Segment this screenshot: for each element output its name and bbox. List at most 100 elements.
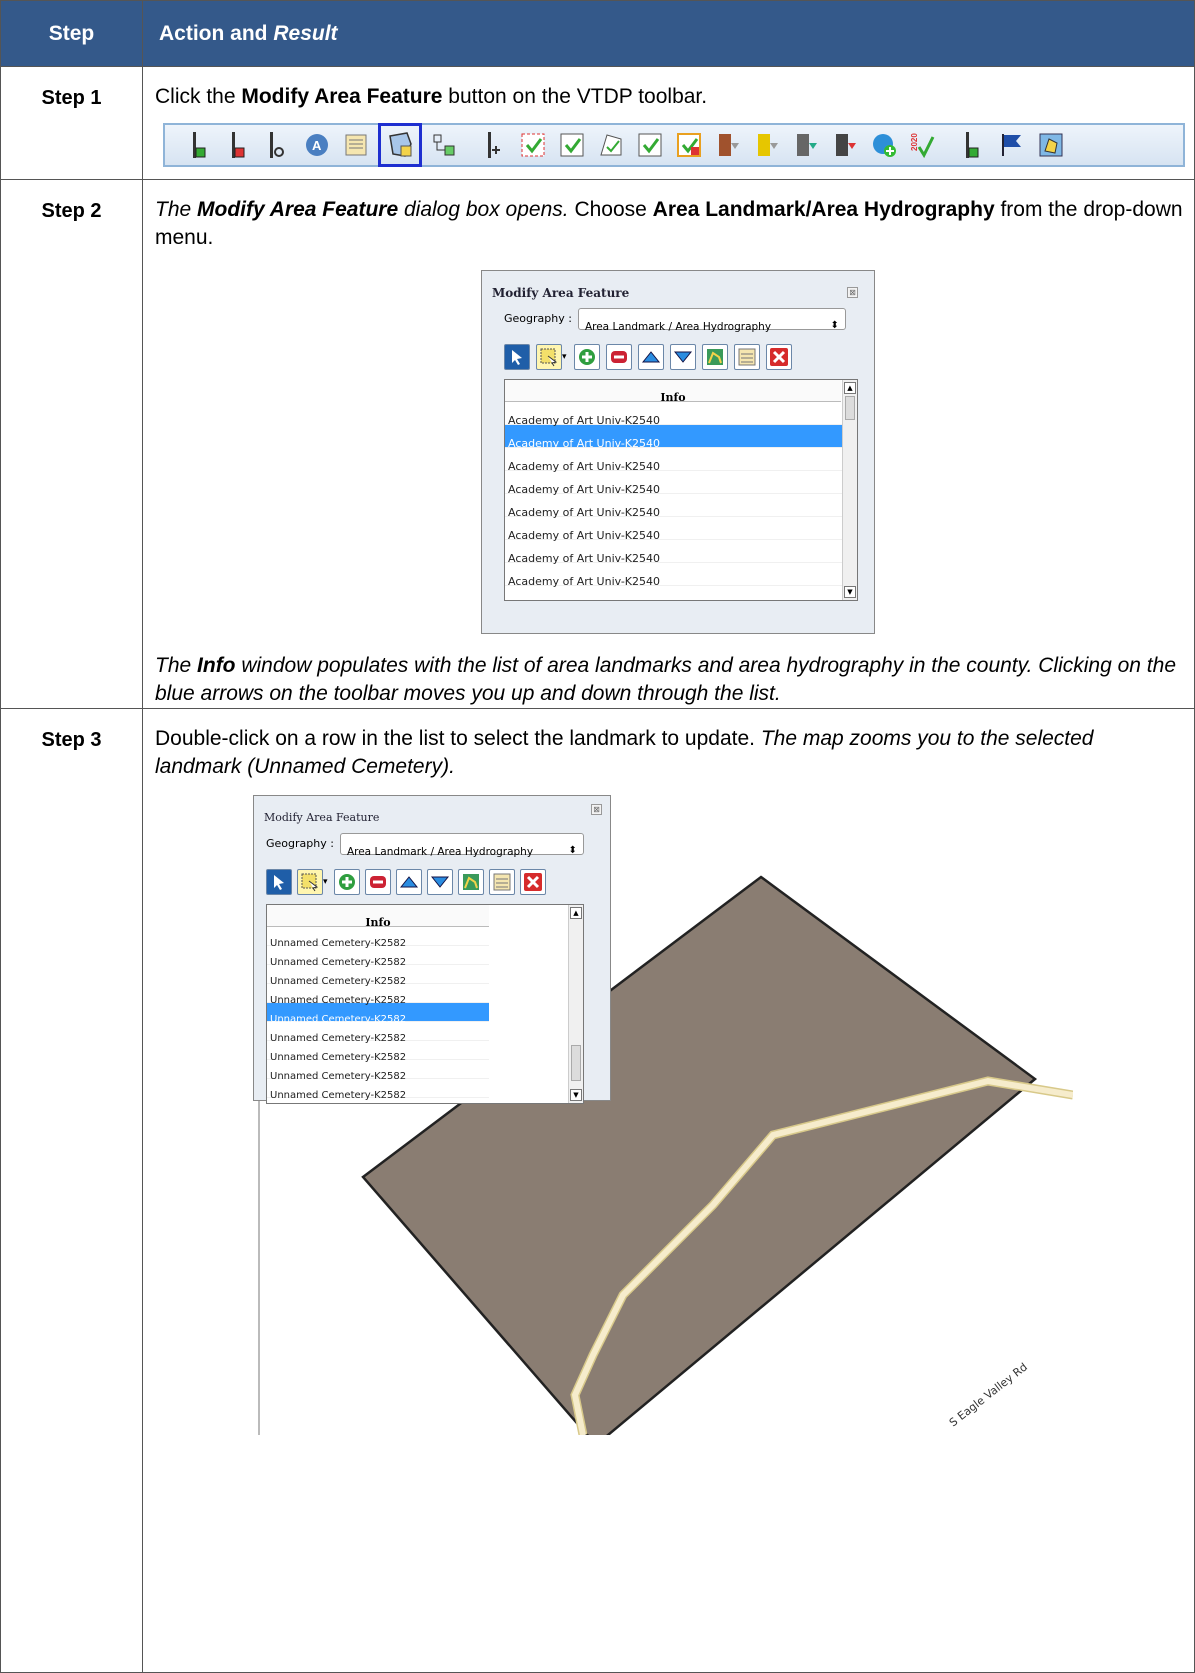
select-feature-icon[interactable] xyxy=(536,344,562,370)
split-line-icon[interactable] xyxy=(261,128,295,162)
dialog-title: Modify Area Feature xyxy=(492,286,630,300)
modify-area-feature-dialog: Modify Area Feature ⊠ Geography : Area L… xyxy=(253,795,611,1104)
geography-select[interactable]: Area Landmark / Area Hydrography ⬍ xyxy=(339,833,584,858)
export-icon[interactable] xyxy=(672,128,706,162)
arrow-up-icon[interactable] xyxy=(638,344,664,370)
step-2-result: The Info window populates with the list … xyxy=(155,654,1176,705)
select-arrow-icon: ⬍ xyxy=(568,845,577,856)
arrow-up-icon[interactable] xyxy=(396,869,422,895)
dialog-title: Modify Area Feature xyxy=(264,811,380,824)
dropdown-arrow-icon[interactable]: ▾ xyxy=(562,343,568,371)
list-item[interactable]: Unnamed Cemetery-K2582 xyxy=(267,1060,489,1082)
address-icon[interactable]: A xyxy=(300,128,334,162)
shape-check-icon[interactable] xyxy=(594,128,628,162)
list-item[interactable]: Unnamed Cemetery-K2582 xyxy=(267,1079,489,1101)
svg-text:A: A xyxy=(312,138,322,153)
step-2-instruction: The Modify Area Feature dialog box opens… xyxy=(155,198,1183,249)
modify-area-feature-dialog: Modify Area Feature ⊠ Geography : Area L… xyxy=(481,270,875,634)
scroll-down-icon[interactable]: ▼ xyxy=(844,586,856,598)
list-item[interactable]: Unnamed Cemetery-K2582 xyxy=(267,1041,489,1063)
import-icon[interactable] xyxy=(750,128,784,162)
step-3-instruction: Double-click on a row in the list to sel… xyxy=(155,727,1094,778)
step-row-3: Step 3 Double-click on a row in the list… xyxy=(0,708,1195,1673)
info-grid: Info Unnamed Cemetery-K2582 Unnamed Cemet… xyxy=(266,904,584,1104)
step-body: Click the Modify Area Feature button on … xyxy=(142,66,1195,180)
list-item[interactable]: Unnamed Cemetery-K2582 xyxy=(267,1003,489,1025)
list-item[interactable]: Unnamed Cemetery-K2582 xyxy=(267,965,489,987)
add-point-icon[interactable] xyxy=(956,128,990,162)
attribute-table-icon[interactable] xyxy=(489,869,515,895)
validate-icon[interactable] xyxy=(555,128,589,162)
attribute-table-icon[interactable] xyxy=(339,128,373,162)
list-item[interactable]: Unnamed Cemetery-K2582 xyxy=(267,927,489,949)
add-icon[interactable] xyxy=(334,869,360,895)
review-icon[interactable] xyxy=(516,128,550,162)
select-feature-icon[interactable] xyxy=(297,869,323,895)
check-icon[interactable] xyxy=(633,128,667,162)
step-body: The Modify Area Feature dialog box opens… xyxy=(142,179,1195,709)
step-label: Step 1 xyxy=(0,66,143,180)
step-label: Step 3 xyxy=(0,708,143,1673)
close-icon[interactable]: ⊠ xyxy=(591,804,602,815)
scroll-thumb[interactable] xyxy=(571,1045,581,1081)
scroll-down-icon[interactable]: ▼ xyxy=(570,1089,582,1101)
globe-add-icon[interactable] xyxy=(867,128,901,162)
close-icon[interactable]: ⊠ xyxy=(847,287,858,298)
list-item[interactable]: Unnamed Cemetery-K2582 xyxy=(267,946,489,968)
layers-icon[interactable] xyxy=(789,128,823,162)
info-column-header: Info xyxy=(505,380,841,404)
scrollbar[interactable]: ▲ ▼ xyxy=(568,905,583,1103)
map-icon[interactable] xyxy=(458,869,484,895)
remove-icon[interactable] xyxy=(365,869,391,895)
map-figure: S Eagle Valley Rd Modify Area Feature ⊠ … xyxy=(253,795,1073,1435)
arrow-down-icon[interactable] xyxy=(670,344,696,370)
line-tool-icon[interactable] xyxy=(477,128,511,162)
scrollbar[interactable]: ▲ ▼ xyxy=(842,380,857,600)
geography-label: Geography : xyxy=(266,837,334,850)
info-column-header: Info xyxy=(267,905,489,929)
cancel-icon[interactable] xyxy=(520,869,546,895)
info-rows: Unnamed Cemetery-K2582 Unnamed Cemetery-K… xyxy=(267,927,489,1101)
dialog-toolbar: ▾ xyxy=(266,868,610,896)
select-pointer-icon[interactable] xyxy=(504,344,530,370)
map-view-icon[interactable] xyxy=(1034,128,1068,162)
step-body: Double-click on a row in the list to sel… xyxy=(142,708,1195,1673)
attribute-table-icon[interactable] xyxy=(734,344,760,370)
add-line-icon[interactable] xyxy=(183,128,217,162)
dialog-toolbar: ▾ xyxy=(504,343,874,371)
list-item[interactable]: Unnamed Cemetery-K2582 xyxy=(267,984,489,1006)
step-label: Step 2 xyxy=(0,179,143,709)
geography-row: Geography : Area Landmark / Area Hydrogr… xyxy=(266,830,610,858)
svg-text:2020: 2020 xyxy=(910,133,919,151)
select-arrow-icon: ⬍ xyxy=(830,320,839,331)
info-grid: Info Academy of Art Univ-K2540 Academy of… xyxy=(504,379,858,601)
census-2020-icon[interactable]: 2020 xyxy=(906,128,940,162)
modify-area-feature-icon[interactable] xyxy=(378,123,422,167)
dropdown-arrow-icon[interactable]: ▾ xyxy=(323,868,329,896)
header-step: Step xyxy=(0,0,143,67)
scroll-up-icon[interactable]: ▲ xyxy=(844,382,856,394)
report-icon[interactable] xyxy=(828,128,862,162)
add-icon[interactable] xyxy=(574,344,600,370)
scroll-up-icon[interactable]: ▲ xyxy=(570,907,582,919)
map-icon[interactable] xyxy=(702,344,728,370)
step-row-2: Step 2 The Modify Area Feature dialog bo… xyxy=(0,179,1195,709)
geography-row: Geography : Area Landmark / Area Hydrogr… xyxy=(504,305,874,333)
flag-icon[interactable] xyxy=(995,128,1029,162)
geography-select[interactable]: Area Landmark / Area Hydrography ⬍ xyxy=(577,308,846,333)
select-pointer-icon[interactable] xyxy=(266,869,292,895)
delete-line-icon[interactable] xyxy=(222,128,256,162)
info-rows: Academy of Art Univ-K2540 Academy of Art … xyxy=(505,402,857,600)
cancel-icon[interactable] xyxy=(766,344,792,370)
list-item[interactable]: Unnamed Cemetery-K2582 xyxy=(267,1022,489,1044)
instruction-table: Step Action and Result Step 1 Click the … xyxy=(0,0,1195,1673)
topology-icon[interactable] xyxy=(427,128,461,162)
vtdp-toolbar: A 2020 xyxy=(163,123,1185,167)
geography-label: Geography : xyxy=(504,312,572,325)
header-action: Action and Result xyxy=(142,0,1195,67)
build-icon[interactable] xyxy=(711,128,745,162)
step-row-1: Step 1 Click the Modify Area Feature but… xyxy=(0,66,1195,180)
arrow-down-icon[interactable] xyxy=(427,869,453,895)
scroll-thumb[interactable] xyxy=(845,396,855,420)
remove-icon[interactable] xyxy=(606,344,632,370)
